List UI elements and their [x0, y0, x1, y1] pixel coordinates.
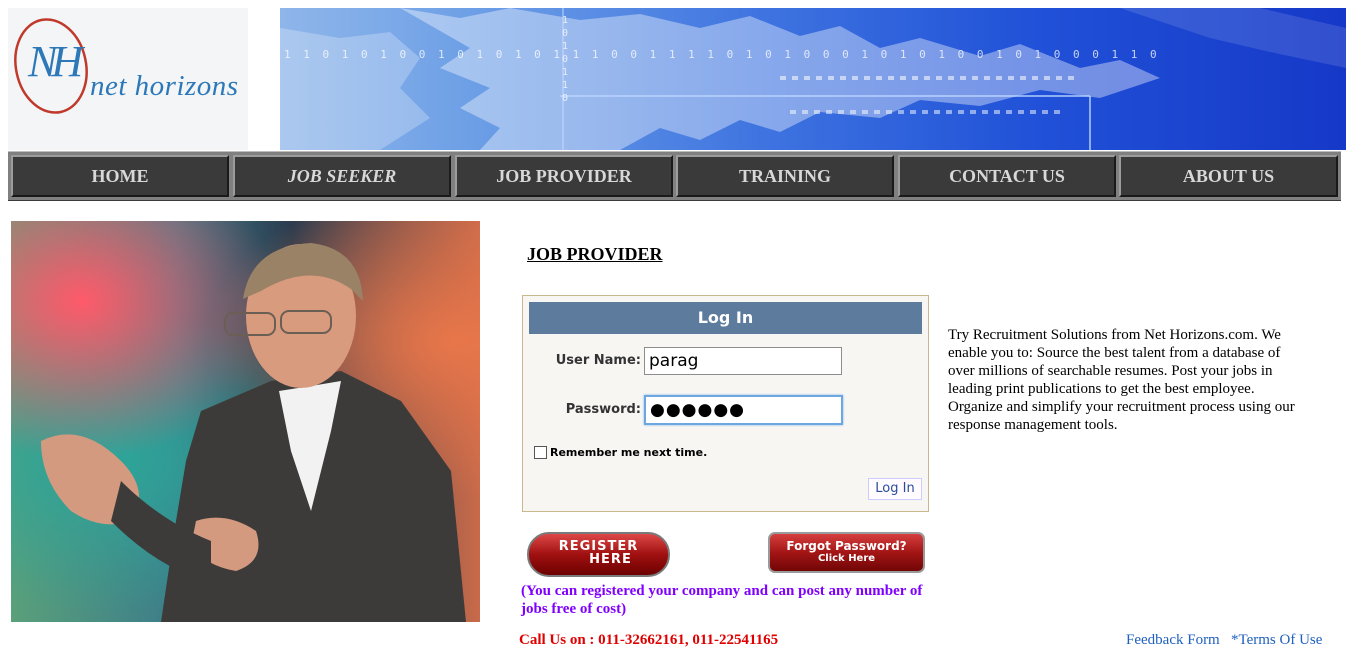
nav-item-contact-us[interactable]: CONTACT US: [898, 155, 1116, 197]
logo-initials: NH: [28, 37, 83, 86]
password-input[interactable]: ●●●●●●: [644, 395, 843, 425]
username-input[interactable]: parag: [644, 347, 842, 375]
terms-of-use-link[interactable]: *Terms Of Use: [1231, 632, 1322, 648]
speaker-silhouette: [41, 243, 466, 622]
speaker-photo: [11, 221, 480, 622]
page-title: JOB PROVIDER: [527, 244, 663, 264]
forgot-label-line2: Click Here: [817, 553, 876, 564]
forgot-label-line1: Forgot Password?: [786, 539, 907, 553]
login-panel: Log In User Name: parag Password: ●●●●●●…: [522, 295, 929, 512]
contact-phone: Call Us on : 011-32662161, 011-22541165: [519, 632, 779, 648]
nav-item-training[interactable]: TRAINING: [676, 155, 894, 197]
register-note: (You can registered your company and can…: [521, 583, 923, 617]
recruitment-description: Try Recruitment Solutions from Net Horiz…: [948, 327, 1295, 433]
remember-me-checkbox[interactable]: [534, 446, 547, 459]
forgot-password-button[interactable]: Forgot Password? Click Here: [768, 532, 925, 573]
register-here-button[interactable]: REGISTER HERE: [527, 532, 670, 577]
feedback-form-link[interactable]: Feedback Form: [1126, 632, 1220, 648]
login-title: Log In: [529, 302, 922, 334]
login-button[interactable]: Log In: [868, 478, 922, 500]
main-nav: HOME JOB SEEKER JOB PROVIDER TRAINING CO…: [8, 151, 1341, 201]
banner-binary-vertical: 1 0 1 0 1 1 0: [562, 15, 569, 104]
footer-links: Feedback Form *Terms Of Use: [1126, 632, 1322, 649]
nav-item-home[interactable]: HOME: [11, 155, 229, 197]
banner-binary-text: 1 1 0 1 0 1 0 0 1 0 1 0 1 0 1 1 1 0 0 1 …: [284, 48, 1160, 61]
remember-me-label: Remember me next time.: [550, 446, 708, 459]
world-map-graphic: [280, 8, 1346, 150]
nav-item-job-seeker[interactable]: JOB SEEKER: [233, 155, 451, 197]
logo-text: net horizons: [90, 70, 239, 102]
password-label: Password:: [565, 402, 641, 417]
header-banner: 1 1 0 1 0 1 0 0 1 0 1 0 1 0 1 1 1 0 0 1 …: [280, 8, 1346, 150]
nav-item-about-us[interactable]: ABOUT US: [1119, 155, 1338, 197]
nav-item-job-provider[interactable]: JOB PROVIDER: [455, 155, 673, 197]
register-label-line2: HERE: [589, 552, 632, 567]
username-label: User Name:: [555, 353, 641, 368]
site-logo[interactable]: NH net horizons: [8, 8, 248, 150]
